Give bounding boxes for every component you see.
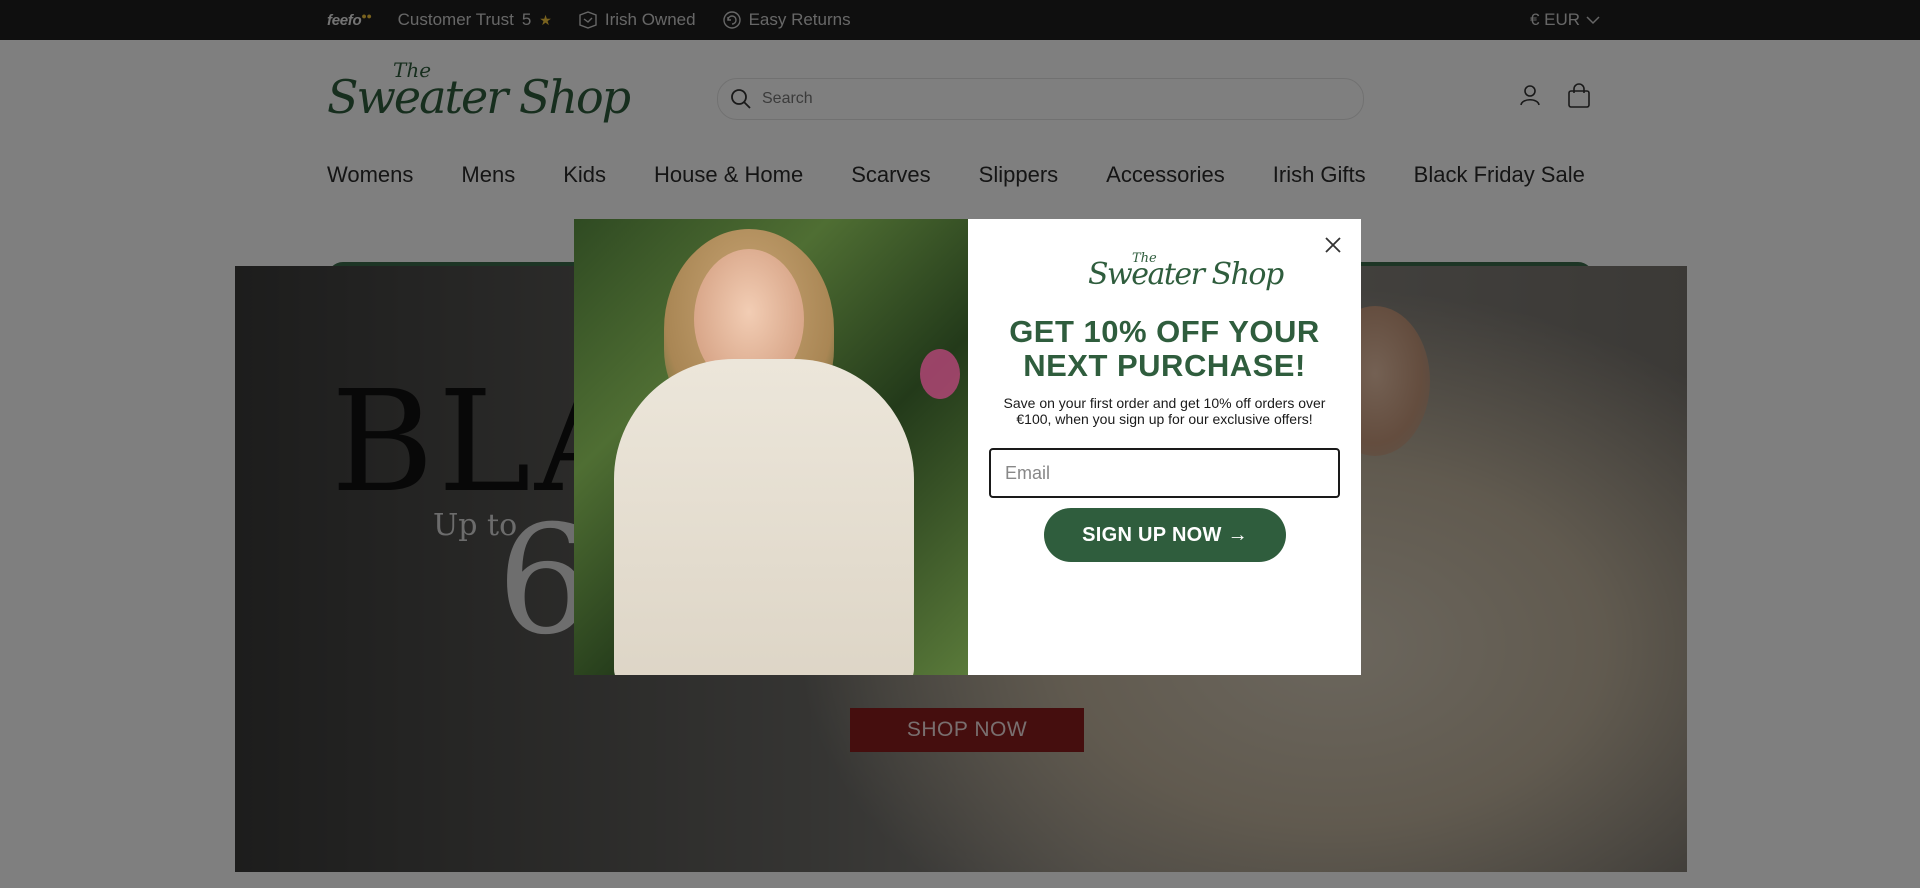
modal-headline: GET 10% OFF YOUR NEXT PURCHASE! [1009, 314, 1320, 383]
newsletter-modal: The Sweater Shop GET 10% OFF YOUR NEXT P… [574, 219, 1361, 675]
modal-photo [574, 219, 968, 675]
sign-up-button[interactable]: SIGN UP NOW → [1044, 508, 1286, 562]
background-flower [920, 349, 960, 399]
modal-form: The Sweater Shop GET 10% OFF YOUR NEXT P… [968, 219, 1361, 675]
modal-logo: The Sweater Shop [1088, 251, 1284, 297]
email-field[interactable] [989, 448, 1340, 498]
close-icon[interactable] [1321, 233, 1345, 257]
modal-subtext: Save on your first order and get 10% off… [1003, 395, 1326, 427]
modal-logo-main: Sweater Shop [1088, 257, 1284, 292]
model-sweater [614, 359, 914, 675]
